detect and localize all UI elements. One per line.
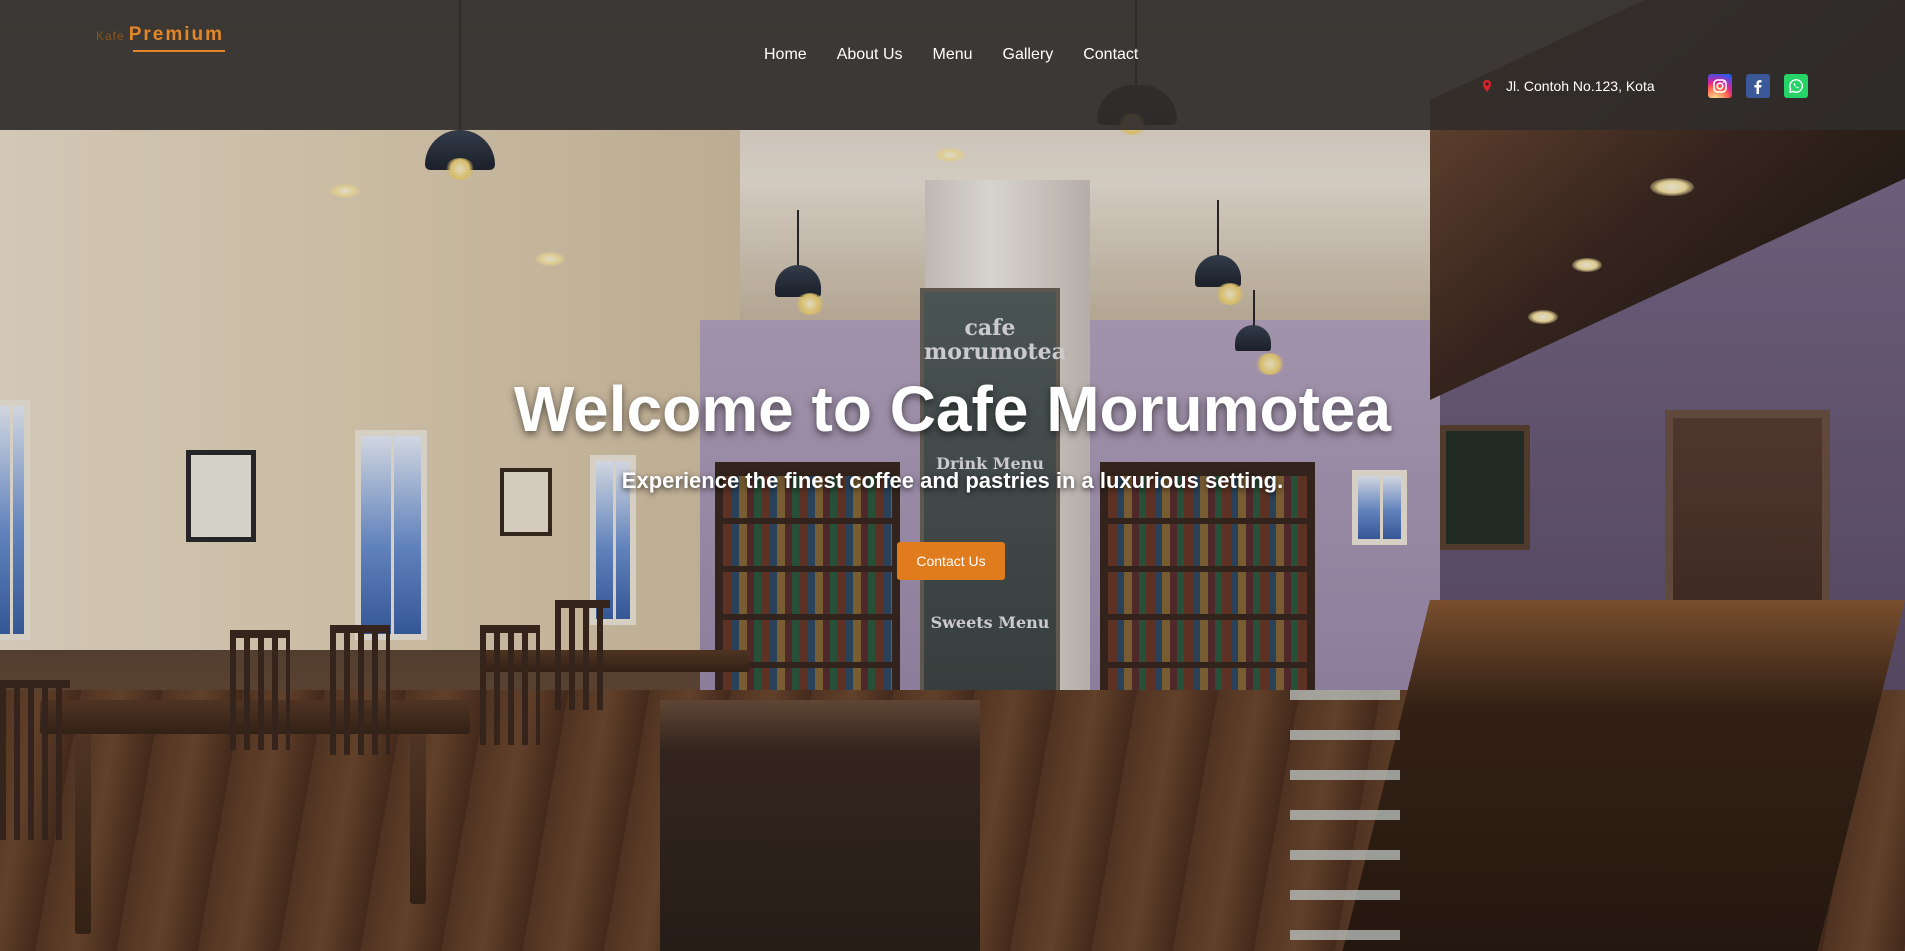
logo-small-text: Kafe <box>96 29 125 43</box>
instagram-icon[interactable] <box>1708 74 1732 98</box>
nav-about-us[interactable]: About Us <box>837 46 903 64</box>
address-text: Jl. Contoh No.123, Kota <box>1506 78 1655 94</box>
social-links <box>1708 74 1808 98</box>
logo-underline <box>133 50 225 52</box>
nav-menu[interactable]: Menu <box>933 46 973 64</box>
map-pin-icon <box>1483 80 1491 92</box>
main-nav: Home About Us Menu Gallery Contact <box>764 46 1138 64</box>
nav-home[interactable]: Home <box>764 46 807 64</box>
address: Jl. Contoh No.123, Kota <box>1480 78 1655 94</box>
nav-contact[interactable]: Contact <box>1083 46 1138 64</box>
hero-subtitle: Experience the finest coffee and pastrie… <box>621 468 1284 493</box>
hero-content: Welcome to Cafe Morumotea Experience the… <box>0 372 1905 494</box>
nav-gallery[interactable]: Gallery <box>1003 46 1054 64</box>
logo-main-text: Premium <box>128 24 224 45</box>
logo[interactable]: Kafe Premium <box>96 24 225 52</box>
whatsapp-icon[interactable] <box>1784 74 1808 98</box>
site-header: Kafe Premium Home About Us Menu Gallery … <box>0 0 1905 130</box>
contact-us-button[interactable]: Contact Us <box>897 542 1005 580</box>
facebook-icon[interactable] <box>1746 74 1770 98</box>
hero-title: Welcome to Cafe Morumotea <box>513 373 1392 445</box>
